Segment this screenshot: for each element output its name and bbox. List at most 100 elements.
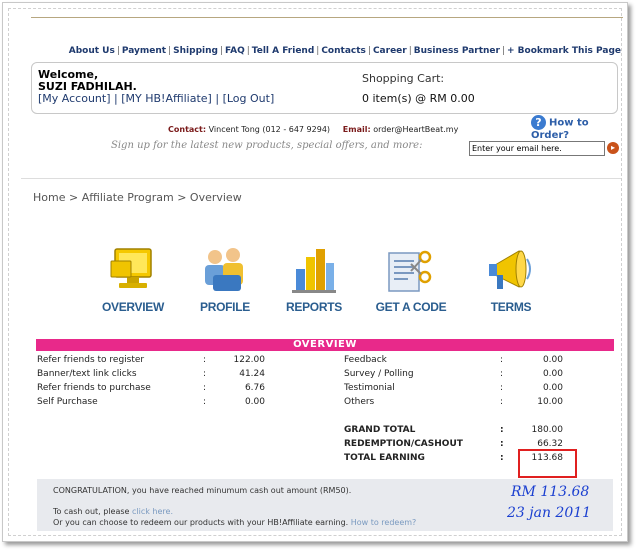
account-links: [My Account] | [MY HB!Affiliate] | [Log … bbox=[38, 93, 274, 105]
menu-overview-label: OVERVIEW bbox=[101, 300, 165, 314]
grand-total-label: GRAND TOTAL bbox=[344, 425, 416, 435]
row-label: Banner/text link clicks bbox=[37, 369, 137, 379]
menu-terms-label: TERMS bbox=[490, 300, 532, 314]
menu-reports[interactable]: REPORTS bbox=[274, 247, 354, 314]
nav-separator: | bbox=[116, 46, 120, 56]
nav-business-partner[interactable]: Business Partner bbox=[414, 46, 500, 56]
logout-link[interactable]: [Log Out] bbox=[223, 92, 275, 105]
nav-separator: | bbox=[219, 46, 223, 56]
redeem-line: Or you can choose to redeem our products… bbox=[53, 518, 416, 527]
shopping-cart[interactable]: Shopping Cart: 0 item(s) @ RM 0.00 bbox=[362, 72, 475, 105]
breadcrumb: Home > Affiliate Program > Overview bbox=[33, 191, 242, 204]
grand-total-row: GRAND TOTAL : 180.00 bbox=[37, 425, 607, 437]
menu-overview[interactable]: OVERVIEW bbox=[93, 247, 173, 314]
row-label: Feedback bbox=[344, 355, 387, 365]
monitor-icon bbox=[107, 247, 159, 295]
table-row: Banner/text link clicks : 41.24 Survey /… bbox=[37, 369, 607, 381]
link-separator: | bbox=[215, 92, 220, 105]
menu-get-a-code[interactable]: GET A CODE bbox=[371, 247, 451, 314]
top-nav: About Us | Payment | Shipping | FAQ | Tell A Fri… bbox=[43, 46, 621, 56]
menu-terms[interactable]: TERMS bbox=[471, 247, 551, 314]
cart-value: 0 item(s) @ RM 0.00 bbox=[362, 92, 475, 105]
colon: : bbox=[203, 355, 207, 365]
top-divider bbox=[31, 17, 623, 18]
submit-arrow-icon[interactable]: ▸ bbox=[607, 142, 619, 154]
nav-tell-a-friend[interactable]: Tell A Friend bbox=[252, 46, 315, 56]
row-value: 0.00 bbox=[542, 355, 563, 365]
table-row: Refer friends to purchase : 6.76 Testimo… bbox=[37, 383, 607, 395]
cashout-text: To cash out, please bbox=[53, 507, 132, 516]
row-value: 122.00 bbox=[233, 355, 266, 365]
menu-reports-label: REPORTS bbox=[286, 300, 342, 314]
contact-value: Vincent Tong (012 - 647 9294) bbox=[208, 125, 331, 134]
menu-get-a-code-label: GET A CODE bbox=[375, 300, 447, 314]
row-value: 0.00 bbox=[244, 397, 265, 407]
nav-shipping[interactable]: Shipping bbox=[173, 46, 218, 56]
row-label: Survey / Polling bbox=[344, 369, 414, 379]
row-value: 0.00 bbox=[542, 383, 563, 393]
nav-contacts[interactable]: Contacts bbox=[321, 46, 366, 56]
cart-label: Shopping Cart: bbox=[362, 72, 445, 85]
help-icon: ? bbox=[531, 115, 546, 130]
redemption-value: 66.32 bbox=[537, 439, 563, 449]
megaphone-icon bbox=[485, 247, 537, 295]
row-label: Refer friends to register bbox=[37, 355, 145, 365]
nav-separator: | bbox=[246, 46, 250, 56]
welcome-panel: Welcome, SUZI FADHILAH. [My Account] | [… bbox=[31, 62, 618, 114]
affiliate-menu: OVERVIEW PROFILE REPORTS GET A CODE TERM… bbox=[102, 247, 543, 319]
nav-bookmark[interactable]: + Bookmark This Page bbox=[507, 46, 621, 56]
cashout-link[interactable]: click here. bbox=[132, 507, 173, 516]
row-label: Testimonial bbox=[344, 383, 395, 393]
nav-separator: | bbox=[501, 46, 505, 56]
colon: : bbox=[500, 439, 504, 449]
how-to-order-button[interactable]: ? How to Order? bbox=[531, 115, 627, 141]
redeem-text: Or you can choose to redeem our products… bbox=[53, 518, 351, 527]
nav-career[interactable]: Career bbox=[373, 46, 407, 56]
nav-faq[interactable]: FAQ bbox=[225, 46, 245, 56]
colon: : bbox=[500, 453, 504, 463]
congrats-message: CONGRATULATION, you have reached minumum… bbox=[53, 486, 352, 495]
row-label: Refer friends to purchase bbox=[37, 383, 151, 393]
section-divider bbox=[21, 178, 621, 179]
cashout-line: To cash out, please click here. bbox=[53, 507, 173, 516]
handwritten-date: 23 jan 2011 bbox=[507, 505, 592, 521]
contact-label: Contact: bbox=[168, 125, 207, 134]
row-value: 6.76 bbox=[244, 383, 265, 393]
email-value[interactable]: order@HeartBeat.my bbox=[373, 125, 458, 134]
colon: : bbox=[500, 369, 504, 379]
scissors-document-icon bbox=[385, 247, 437, 295]
nav-payment[interactable]: Payment bbox=[122, 46, 166, 56]
welcome-text: Welcome, SUZI FADHILAH. [My Account] | [… bbox=[38, 69, 274, 105]
menu-profile-label: PROFILE bbox=[200, 300, 250, 314]
my-affiliate-link[interactable]: [MY HB!Affiliate] bbox=[121, 92, 212, 105]
row-label: Others bbox=[344, 397, 375, 407]
link-separator: | bbox=[114, 92, 118, 105]
nav-separator: | bbox=[367, 46, 371, 56]
bar-chart-icon bbox=[288, 247, 340, 295]
colon: : bbox=[500, 355, 504, 365]
people-icon bbox=[199, 247, 251, 295]
row-value: 41.24 bbox=[239, 369, 265, 379]
nav-separator: | bbox=[408, 46, 412, 56]
nav-about-us[interactable]: About Us bbox=[69, 46, 115, 56]
colon: : bbox=[203, 397, 207, 407]
email-label: Email: bbox=[342, 125, 371, 134]
menu-profile[interactable]: PROFILE bbox=[185, 247, 265, 314]
my-account-link[interactable]: [My Account] bbox=[38, 92, 111, 105]
total-earning-label: TOTAL EARNING bbox=[344, 453, 425, 463]
overview-header: OVERVIEW bbox=[36, 339, 614, 351]
row-label: Self Purchase bbox=[37, 397, 98, 407]
redemption-label: REDEMPTION/CASHOUT bbox=[344, 439, 463, 449]
screenshot-frame: About Us | Payment | Shipping | FAQ | Tell A Fri… bbox=[2, 2, 628, 542]
signup-prompt: Sign up for the latest new products, spe… bbox=[111, 140, 423, 151]
row-value: 10.00 bbox=[537, 397, 563, 407]
contact-info: Contact: Vincent Tong (012 - 647 9294) E… bbox=[168, 125, 458, 134]
colon: : bbox=[203, 383, 207, 393]
table-row: Self Purchase : 0.00 Others : 10.00 bbox=[37, 397, 607, 409]
colon: : bbox=[500, 383, 504, 393]
row-value: 0.00 bbox=[542, 369, 563, 379]
highlight-box bbox=[518, 449, 577, 478]
how-to-redeem-link[interactable]: How to redeem? bbox=[351, 518, 417, 527]
email-signup-input[interactable]: Enter your email here. bbox=[469, 141, 605, 156]
colon: : bbox=[203, 369, 207, 379]
